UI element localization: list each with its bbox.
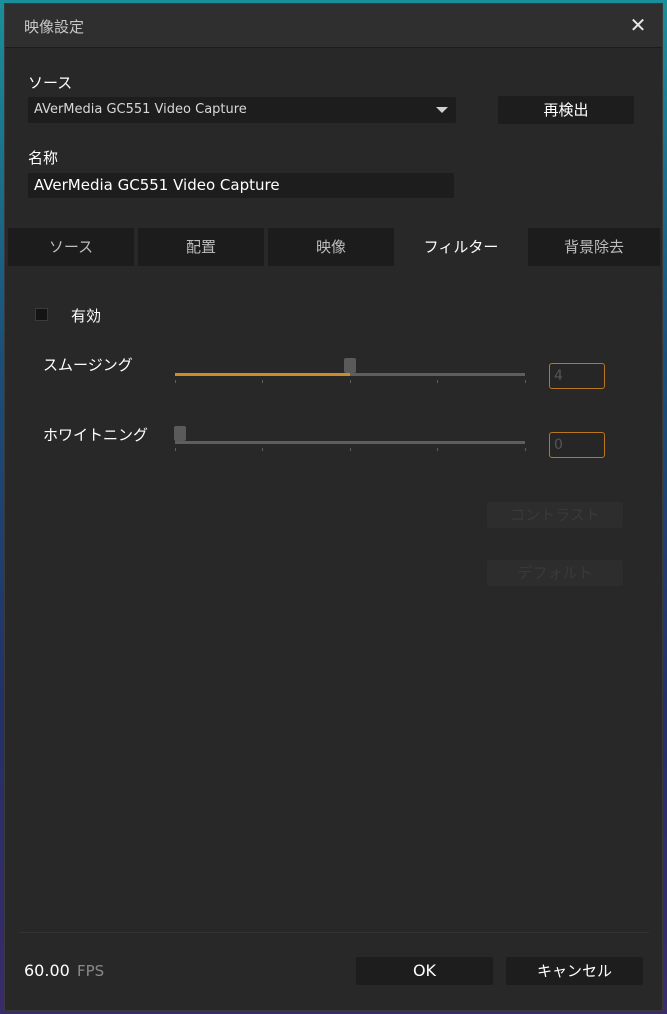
slider-tick [437, 380, 438, 383]
enabled-checkbox[interactable] [35, 308, 48, 321]
name-input[interactable]: AVerMedia GC551 Video Capture [28, 173, 454, 198]
cancel-button[interactable]: キャンセル [506, 957, 643, 985]
contrast-button[interactable]: コントラスト [487, 502, 623, 528]
source-select[interactable]: AVerMedia GC551 Video Capture [28, 97, 456, 123]
close-icon[interactable]: ✕ [626, 13, 650, 37]
whitening-slider[interactable] [175, 441, 525, 444]
tab-filter[interactable]: フィルター [398, 228, 526, 266]
tab-source[interactable]: ソース [8, 228, 136, 266]
fps-unit: FPS [77, 962, 105, 980]
smoothing-slider-thumb[interactable] [344, 358, 356, 373]
slider-tick [437, 448, 438, 451]
tab-layout[interactable]: 配置 [138, 228, 266, 266]
default-button[interactable]: デフォルト [487, 560, 623, 586]
smoothing-value-input[interactable]: 4 [549, 363, 605, 389]
slider-tick [262, 448, 263, 451]
slider-tick [525, 448, 526, 451]
whitening-value-input[interactable]: 0 [549, 432, 605, 458]
source-select-value: AVerMedia GC551 Video Capture [34, 102, 247, 117]
fps-value: 60.00 [24, 961, 70, 980]
whitening-label: ホワイトニング [43, 426, 149, 444]
slider-tick [350, 448, 351, 451]
source-label: ソース [28, 74, 73, 92]
slider-tick [175, 380, 176, 383]
smoothing-slider-fill [175, 373, 350, 376]
footer-divider [19, 932, 649, 933]
video-settings-dialog: 映像設定 ✕ ソース AVerMedia GC551 Video Capture… [4, 3, 663, 1011]
slider-tick [262, 380, 263, 383]
name-label: 名称 [28, 149, 59, 167]
tab-background-removal[interactable]: 背景除去 [528, 228, 660, 266]
smoothing-slider[interactable] [175, 373, 525, 376]
dialog-title: 映像設定 [24, 18, 85, 36]
tab-bar: ソース 配置 映像 フィルター 背景除去 [8, 228, 660, 266]
chevron-down-icon [436, 107, 448, 113]
slider-tick [175, 448, 176, 451]
slider-tick [350, 380, 351, 383]
tab-video[interactable]: 映像 [268, 228, 396, 266]
smoothing-label: スムージング [43, 356, 133, 374]
title-bar: 映像設定 ✕ [5, 4, 662, 48]
enabled-label: 有効 [71, 307, 102, 325]
ok-button[interactable]: OK [356, 957, 493, 985]
whitening-slider-thumb[interactable] [174, 426, 186, 441]
rescan-button[interactable]: 再検出 [498, 96, 634, 124]
slider-tick [525, 380, 526, 383]
